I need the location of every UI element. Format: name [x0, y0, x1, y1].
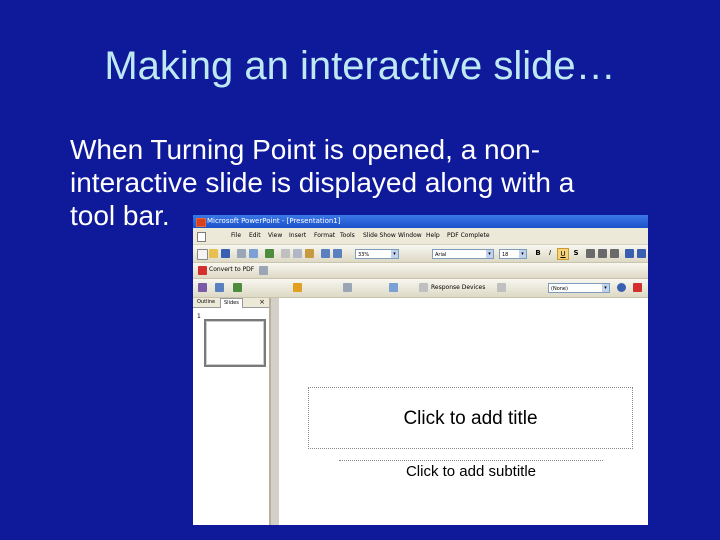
- insert-slide-icon[interactable]: [215, 283, 224, 292]
- menu-pdf-complete[interactable]: PDF Complete: [447, 228, 490, 244]
- response-devices-icon: [419, 283, 428, 292]
- session-select[interactable]: (None) ▾: [548, 283, 610, 293]
- turningpoint-icon[interactable]: [198, 283, 207, 292]
- align-right-icon[interactable]: [610, 249, 619, 258]
- menu-edit[interactable]: Edit: [249, 228, 261, 244]
- help-icon[interactable]: [617, 283, 626, 292]
- italic-icon[interactable]: I: [545, 248, 555, 258]
- print-icon[interactable]: [237, 249, 246, 258]
- underline-icon[interactable]: U: [557, 248, 569, 260]
- cut-icon[interactable]: [281, 249, 290, 258]
- font-size-value: 18: [502, 252, 509, 258]
- close-icon[interactable]: [633, 283, 642, 292]
- chevron-down-icon: ▾: [519, 250, 526, 258]
- copy-icon[interactable]: [293, 249, 302, 258]
- powerpoint-icon: [196, 218, 206, 227]
- tab-outline[interactable]: Outline: [194, 298, 218, 307]
- new-icon[interactable]: [197, 249, 208, 260]
- powerpoint-screenshot: Microsoft PowerPoint - [Presentation1] F…: [193, 215, 648, 525]
- menu-file[interactable]: File: [231, 228, 241, 244]
- menu-window[interactable]: Window: [398, 228, 422, 244]
- menu-bar: File Edit View Insert Format Tools Slide…: [193, 228, 648, 245]
- save-icon[interactable]: [221, 249, 230, 258]
- chevron-down-icon: ▾: [602, 284, 609, 292]
- answer-icon[interactable]: [293, 283, 302, 292]
- session-value: (None): [551, 286, 568, 292]
- settings-icon[interactable]: [389, 283, 398, 292]
- document-icon: [197, 232, 206, 242]
- convert-to-pdf-button[interactable]: Convert to PDF: [209, 264, 254, 276]
- align-center-icon[interactable]: [598, 249, 607, 258]
- tab-slides[interactable]: Slides: [220, 298, 243, 308]
- paste-icon[interactable]: [305, 249, 314, 258]
- body-line-1: When Turning Point is opened, a non-: [70, 134, 541, 165]
- zoom-select[interactable]: 33% ▾: [355, 249, 399, 259]
- pdf-icon: [198, 266, 207, 275]
- slide-number: 1: [197, 313, 201, 320]
- standard-toolbar: 33% ▾ Arial ▾ 18 ▾ B I U S: [193, 245, 648, 263]
- menu-help[interactable]: Help: [426, 228, 440, 244]
- font-name-value: Arial: [435, 252, 447, 258]
- pane-splitter[interactable]: [271, 298, 279, 525]
- chevron-down-icon: ▾: [391, 250, 398, 258]
- font-size-select[interactable]: 18 ▾: [499, 249, 527, 259]
- bullets-icon[interactable]: [625, 249, 634, 258]
- zoom-value: 33%: [358, 252, 370, 258]
- chevron-down-icon: ▾: [486, 250, 493, 258]
- slide-title: Making an interactive slide…: [104, 44, 616, 88]
- open-icon[interactable]: [209, 249, 218, 258]
- chart-icon[interactable]: [233, 283, 242, 292]
- menu-tools[interactable]: Tools: [340, 228, 355, 244]
- spelling-icon[interactable]: [265, 249, 274, 258]
- close-icon[interactable]: ×: [259, 298, 265, 307]
- title-placeholder[interactable]: Click to add title: [308, 387, 633, 449]
- window-titlebar: Microsoft PowerPoint - [Presentation1]: [193, 215, 648, 228]
- pdf-options-icon[interactable]: [259, 266, 268, 275]
- font-name-select[interactable]: Arial ▾: [432, 249, 494, 259]
- bold-icon[interactable]: B: [533, 248, 543, 258]
- align-left-icon[interactable]: [586, 249, 595, 258]
- pane-tabs: Outline Slides ×: [193, 298, 269, 308]
- objects-icon[interactable]: [343, 283, 352, 292]
- preview-icon[interactable]: [249, 249, 258, 258]
- response-devices-button[interactable]: Response Devices: [431, 282, 485, 294]
- numbering-icon[interactable]: [637, 249, 646, 258]
- pdf-toolbar: Convert to PDF: [193, 263, 648, 279]
- subtitle-placeholder[interactable]: Click to add subtitle: [339, 460, 603, 501]
- menu-slide-show[interactable]: Slide Show: [363, 228, 396, 244]
- slide-canvas: Click to add title Click to add subtitle: [279, 298, 648, 525]
- window-title: Microsoft PowerPoint - [Presentation1]: [207, 217, 341, 225]
- undo-icon[interactable]: [321, 249, 330, 258]
- slide-thumbnail[interactable]: [204, 319, 266, 367]
- redo-icon[interactable]: [333, 249, 342, 258]
- turningpoint-toolbar: Response Devices (None) ▾: [193, 279, 648, 298]
- menu-view[interactable]: View: [268, 228, 282, 244]
- slides-pane: Outline Slides × 1: [193, 298, 271, 525]
- shadow-icon[interactable]: S: [571, 248, 581, 258]
- session-icon: [497, 283, 506, 292]
- menu-format[interactable]: Format: [314, 228, 335, 244]
- menu-insert[interactable]: Insert: [289, 228, 306, 244]
- body-line-2: interactive slide is displayed along wit…: [70, 167, 575, 198]
